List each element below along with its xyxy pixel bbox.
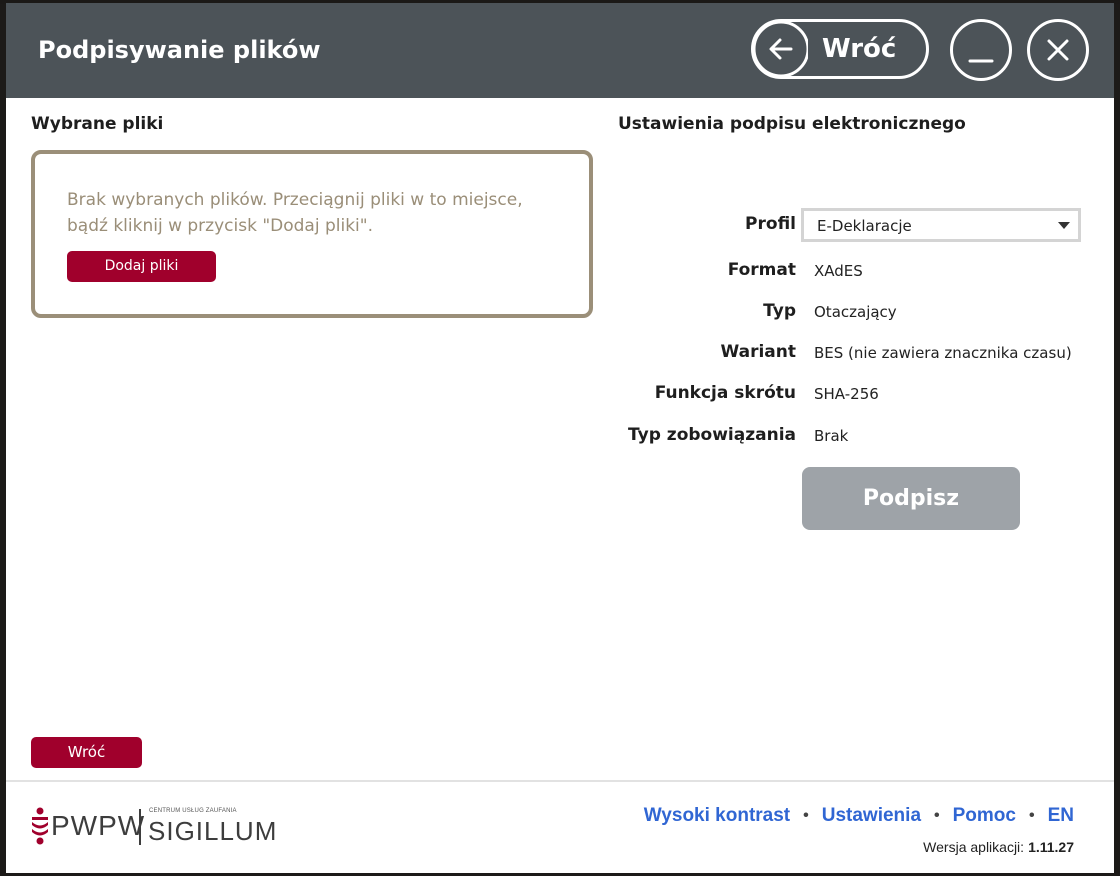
- logo-sigillum-text: SIGILLUM: [148, 816, 278, 846]
- title-bar: Podpisywanie plików Wróć: [6, 3, 1114, 98]
- footer-divider: [6, 780, 1114, 782]
- empty-files-message: Brak wybranych plików. Przeciągnij pliki…: [67, 190, 523, 236]
- settings-label: Typ: [763, 301, 796, 321]
- version-label: Wersja aplikacji:: [923, 839, 1025, 855]
- signing-window: Podpisywanie plików Wróć Wybrane pliki U…: [6, 3, 1114, 873]
- close-icon: [1047, 39, 1069, 61]
- arrow-left-icon: [754, 22, 808, 76]
- profile-label: Profil: [745, 214, 796, 234]
- file-dropzone[interactable]: Brak wybranych plików. Przeciągnij pliki…: [31, 150, 593, 318]
- window-title: Podpisywanie plików: [38, 36, 321, 64]
- sign-button[interactable]: Podpisz: [802, 467, 1020, 530]
- high-contrast-link[interactable]: Wysoki kontrast: [644, 805, 790, 827]
- add-files-button[interactable]: Dodaj pliki: [67, 251, 216, 282]
- help-link[interactable]: Pomoc: [953, 805, 1016, 827]
- settings-row-type: Typ Otaczający: [618, 301, 1098, 325]
- settings-value: BES (nie zawiera znacznika czasu): [814, 344, 1072, 362]
- settings-row-hash: Funkcja skrótu SHA-256: [618, 383, 1098, 407]
- selected-files-title: Wybrane pliki: [31, 114, 164, 134]
- settings-value: Otaczający: [814, 303, 897, 321]
- back-button[interactable]: Wróć: [31, 737, 142, 768]
- logo-pwpw-text: PWPW: [51, 810, 146, 841]
- settings-value: Brak: [814, 427, 849, 445]
- settings-label: Format: [727, 260, 796, 280]
- profile-select[interactable]: E-Deklaracje: [801, 208, 1081, 242]
- settings-link[interactable]: Ustawienia: [822, 805, 921, 827]
- settings-row-variant: Wariant BES (nie zawiera znacznika czasu…: [618, 342, 1098, 366]
- settings-label: Wariant: [720, 342, 796, 362]
- settings-label: Funkcja skrótu: [654, 383, 796, 403]
- profile-select-value: E-Deklaracje: [817, 217, 912, 235]
- close-button[interactable]: [1027, 19, 1089, 81]
- header-back-button[interactable]: Wróć: [751, 19, 929, 79]
- header-back-label: Wróć: [822, 34, 897, 64]
- separator-dot: •: [803, 807, 809, 824]
- settings-label: Typ zobowiązania: [628, 425, 796, 445]
- footer-links: Wysoki kontrast • Ustawienia • Pomoc • E…: [644, 805, 1074, 827]
- settings-row-format: Format XAdES: [618, 260, 1098, 284]
- logo-separator: [139, 809, 141, 845]
- app-version: Wersja aplikacji: 1.11.27: [923, 839, 1074, 855]
- chevron-down-icon: [1058, 222, 1070, 229]
- separator-dot: •: [934, 807, 940, 824]
- minimize-icon: [968, 59, 994, 63]
- signature-settings-title: Ustawienia podpisu elektronicznego: [618, 114, 966, 134]
- version-number: 1.11.27: [1028, 839, 1074, 855]
- separator-dot: •: [1028, 807, 1035, 824]
- pwpw-sigillum-logo: PWPW CENTRUM USŁUG ZAUFANIA SIGILLUM: [31, 803, 291, 849]
- language-link[interactable]: EN: [1048, 805, 1074, 827]
- logo-subtitle: CENTRUM USŁUG ZAUFANIA: [149, 808, 237, 814]
- settings-value: XAdES: [814, 262, 863, 280]
- minimize-button[interactable]: [950, 19, 1012, 81]
- settings-value: SHA-256: [814, 385, 879, 403]
- settings-row-commitment: Typ zobowiązania Brak: [618, 425, 1098, 449]
- pwpw-emblem-icon: [32, 807, 48, 845]
